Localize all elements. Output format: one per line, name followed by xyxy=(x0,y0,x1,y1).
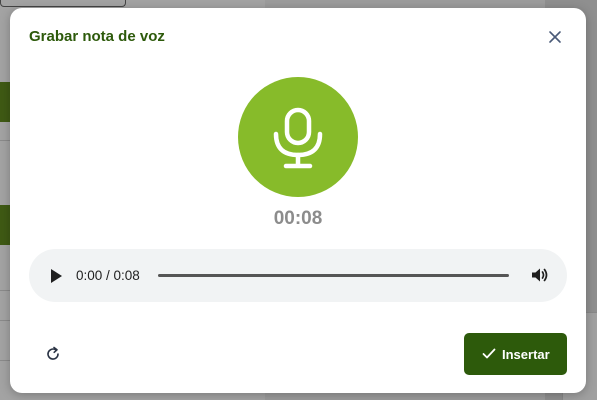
record-button[interactable] xyxy=(238,77,358,197)
background-top-button xyxy=(0,0,126,7)
close-button[interactable] xyxy=(546,28,564,46)
close-icon xyxy=(549,31,561,43)
playback-time: 0:00 / 0:08 xyxy=(76,268,140,283)
insert-button[interactable]: Insertar xyxy=(464,333,567,375)
page: Grabar nota de voz 00:08 0:00 / 0:08 Ins… xyxy=(0,0,597,400)
volume-button[interactable] xyxy=(531,266,549,284)
microphone-icon xyxy=(273,107,323,169)
refresh-icon xyxy=(47,346,59,360)
insert-button-label: Insertar xyxy=(502,347,550,362)
seek-bar[interactable] xyxy=(158,274,509,277)
play-icon xyxy=(51,269,62,283)
recording-timer: 00:08 xyxy=(273,208,323,229)
play-button[interactable] xyxy=(49,267,63,285)
volume-icon xyxy=(532,268,548,282)
voice-note-dialog: Grabar nota de voz 00:08 0:00 / 0:08 Ins… xyxy=(10,8,586,393)
reset-recording-button[interactable] xyxy=(45,346,61,362)
audio-player: 0:00 / 0:08 xyxy=(29,249,567,302)
dialog-title: Grabar nota de voz xyxy=(29,28,165,45)
check-icon xyxy=(482,348,496,359)
